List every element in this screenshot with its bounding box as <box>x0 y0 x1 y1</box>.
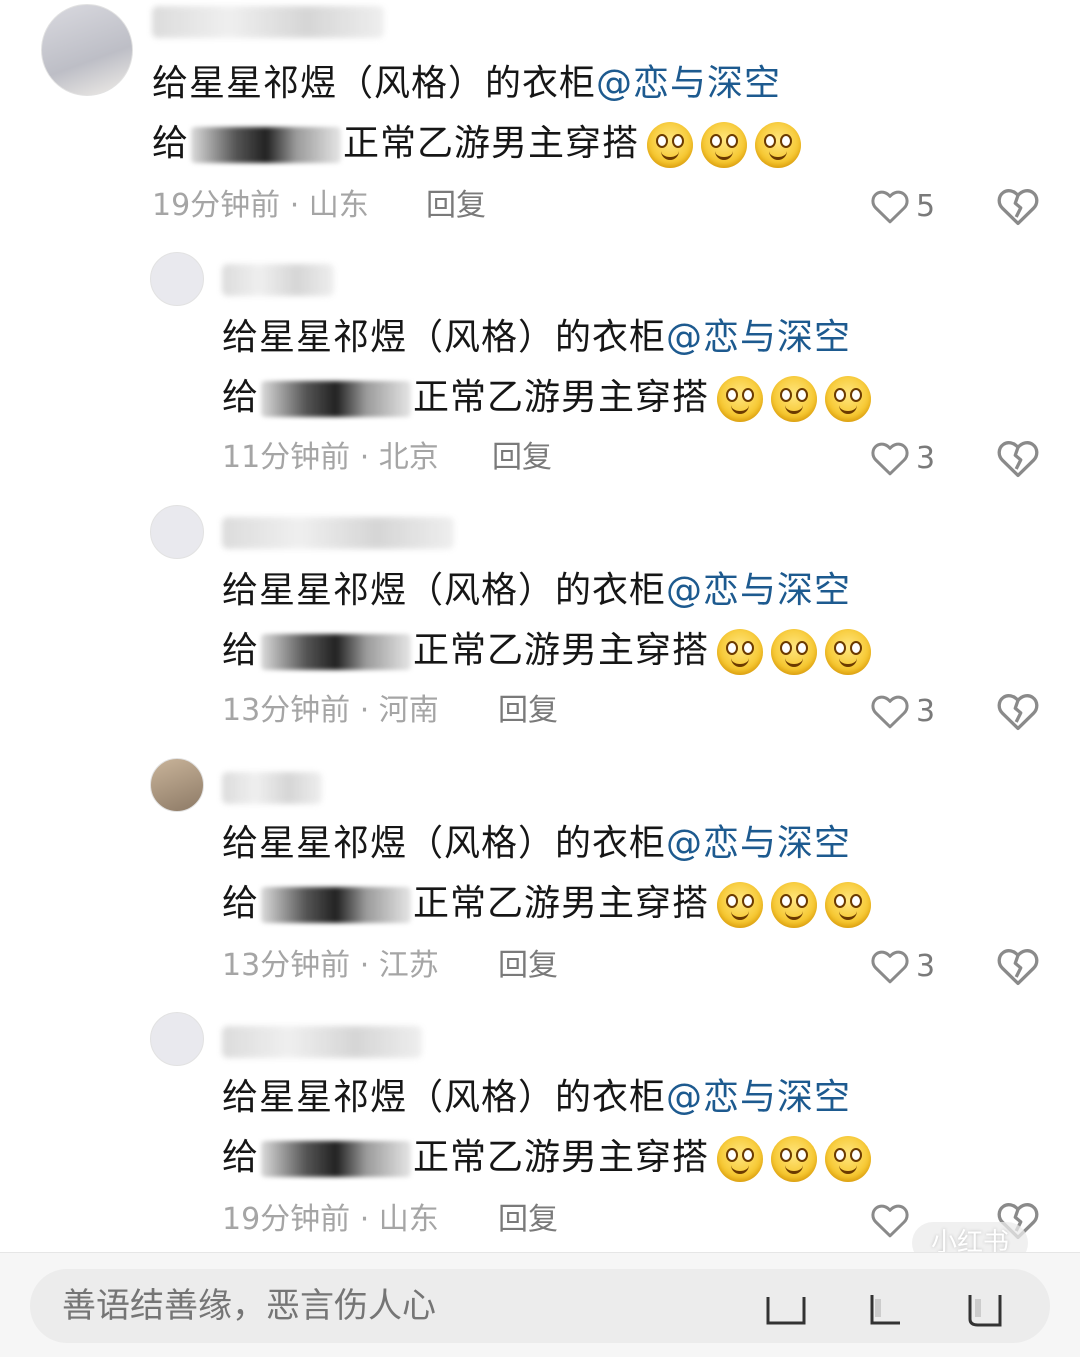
redacted-name <box>261 634 412 670</box>
like-button[interactable]: 3 <box>870 689 935 733</box>
username-blurred[interactable] <box>152 6 384 38</box>
reply-button[interactable]: 回复 <box>498 946 558 986</box>
heart-outline-icon <box>871 190 909 224</box>
heart-icon[interactable] <box>864 1289 908 1329</box>
comment-text-line1: 给星星祁煜（风格）的衣柜@恋与深空 <box>222 570 852 611</box>
like-count: 3 <box>916 693 936 729</box>
avatar[interactable] <box>41 4 133 96</box>
mention-link[interactable]: @恋与深空 <box>666 823 851 864</box>
smiley-emoji-icon <box>825 376 872 422</box>
mention-link[interactable]: @恋与深空 <box>666 317 851 358</box>
like-count: 3 <box>916 948 936 984</box>
reply-button[interactable]: 回复 <box>498 1200 558 1240</box>
heart-outline-icon <box>871 950 909 984</box>
redacted-name <box>261 1141 412 1177</box>
comment-text-line1: 给星星祁煜（风格）的衣柜@恋与深空 <box>222 317 852 358</box>
like-button[interactable]: 3 <box>870 436 935 480</box>
reply-button[interactable]: 回复 <box>426 186 486 226</box>
mention-link[interactable]: @恋与深空 <box>666 1077 851 1118</box>
comment-meta: 19分钟前 · 山东 <box>152 188 369 223</box>
smiley-emoji-icon <box>771 629 818 675</box>
like-button[interactable]: 5 <box>870 184 935 228</box>
like-button[interactable] <box>870 1198 916 1242</box>
smiley-emoji-icon <box>717 882 764 928</box>
comment-text-line2: 给正常乙游男主穿搭 <box>152 120 802 168</box>
smiley-emoji-icon <box>717 629 764 675</box>
redacted-name <box>191 127 342 163</box>
heart-outline-icon <box>871 442 909 476</box>
mention-link[interactable]: @恋与深空 <box>666 570 851 611</box>
like-button[interactable]: 3 <box>870 944 935 988</box>
username-blurred[interactable] <box>222 264 334 296</box>
reply-button[interactable]: 回复 <box>498 691 558 731</box>
smiley-emoji-icon <box>755 122 802 168</box>
comment-text-line2: 给正常乙游男主穿搭 <box>222 374 872 422</box>
heart-outline-icon <box>871 1204 909 1238</box>
comment-text-line1: 给星星祁煜（风格）的衣柜@恋与深空 <box>222 823 852 864</box>
avatar[interactable] <box>150 758 204 812</box>
comment-text-line1: 给星星祁煜（风格）的衣柜@恋与深空 <box>222 1077 852 1118</box>
comment-text-line2: 给正常乙游男主穿搭 <box>222 627 872 675</box>
smiley-emoji-icon <box>717 1136 764 1182</box>
avatar[interactable] <box>150 505 204 559</box>
heart-outline-icon <box>871 695 909 729</box>
reply-button[interactable]: 回复 <box>492 438 552 478</box>
smiley-emoji-icon <box>825 1136 872 1182</box>
smiley-emoji-icon <box>771 1136 818 1182</box>
redacted-name <box>261 887 412 923</box>
like-count: 3 <box>916 440 936 476</box>
comment-text-line2: 给正常乙游男主穿搭 <box>222 1134 872 1182</box>
smiley-emoji-icon <box>771 882 818 928</box>
comment-meta: 13分钟前 · 河南 <box>222 693 439 728</box>
star-icon[interactable] <box>964 1289 1008 1329</box>
avatar[interactable] <box>150 1012 204 1066</box>
username-blurred[interactable] <box>222 517 454 549</box>
username-blurred[interactable] <box>222 772 322 804</box>
comment-input-bar: 善语结善缘，恶言伤人心 <box>0 1252 1080 1357</box>
broken-heart-icon[interactable] <box>996 689 1040 733</box>
mention-link[interactable]: @恋与深空 <box>596 63 781 104</box>
like-count: 5 <box>916 188 936 224</box>
smiley-emoji-icon <box>825 629 872 675</box>
input-placeholder: 善语结善缘，恶言伤人心 <box>62 1286 436 1326</box>
comment-meta: 11分钟前 · 北京 <box>222 440 439 475</box>
comment-text-line1: 给星星祁煜（风格）的衣柜@恋与深空 <box>152 63 782 104</box>
smiley-emoji-icon <box>701 122 748 168</box>
username-blurred[interactable] <box>222 1026 422 1058</box>
edit-icon[interactable] <box>764 1289 808 1329</box>
smiley-emoji-icon <box>647 122 694 168</box>
comment-meta: 13分钟前 · 江苏 <box>222 948 439 983</box>
smiley-emoji-icon <box>771 376 818 422</box>
broken-heart-icon[interactable] <box>996 436 1040 480</box>
broken-heart-icon[interactable] <box>996 184 1040 228</box>
redacted-name <box>261 381 412 417</box>
comment-meta: 19分钟前 · 山东 <box>222 1202 439 1237</box>
comment-text-line2: 给正常乙游男主穿搭 <box>222 880 872 928</box>
smiley-emoji-icon <box>825 882 872 928</box>
broken-heart-icon[interactable] <box>996 944 1040 988</box>
avatar[interactable] <box>150 252 204 306</box>
smiley-emoji-icon <box>717 376 764 422</box>
comment-input[interactable]: 善语结善缘，恶言伤人心 <box>30 1269 1050 1343</box>
